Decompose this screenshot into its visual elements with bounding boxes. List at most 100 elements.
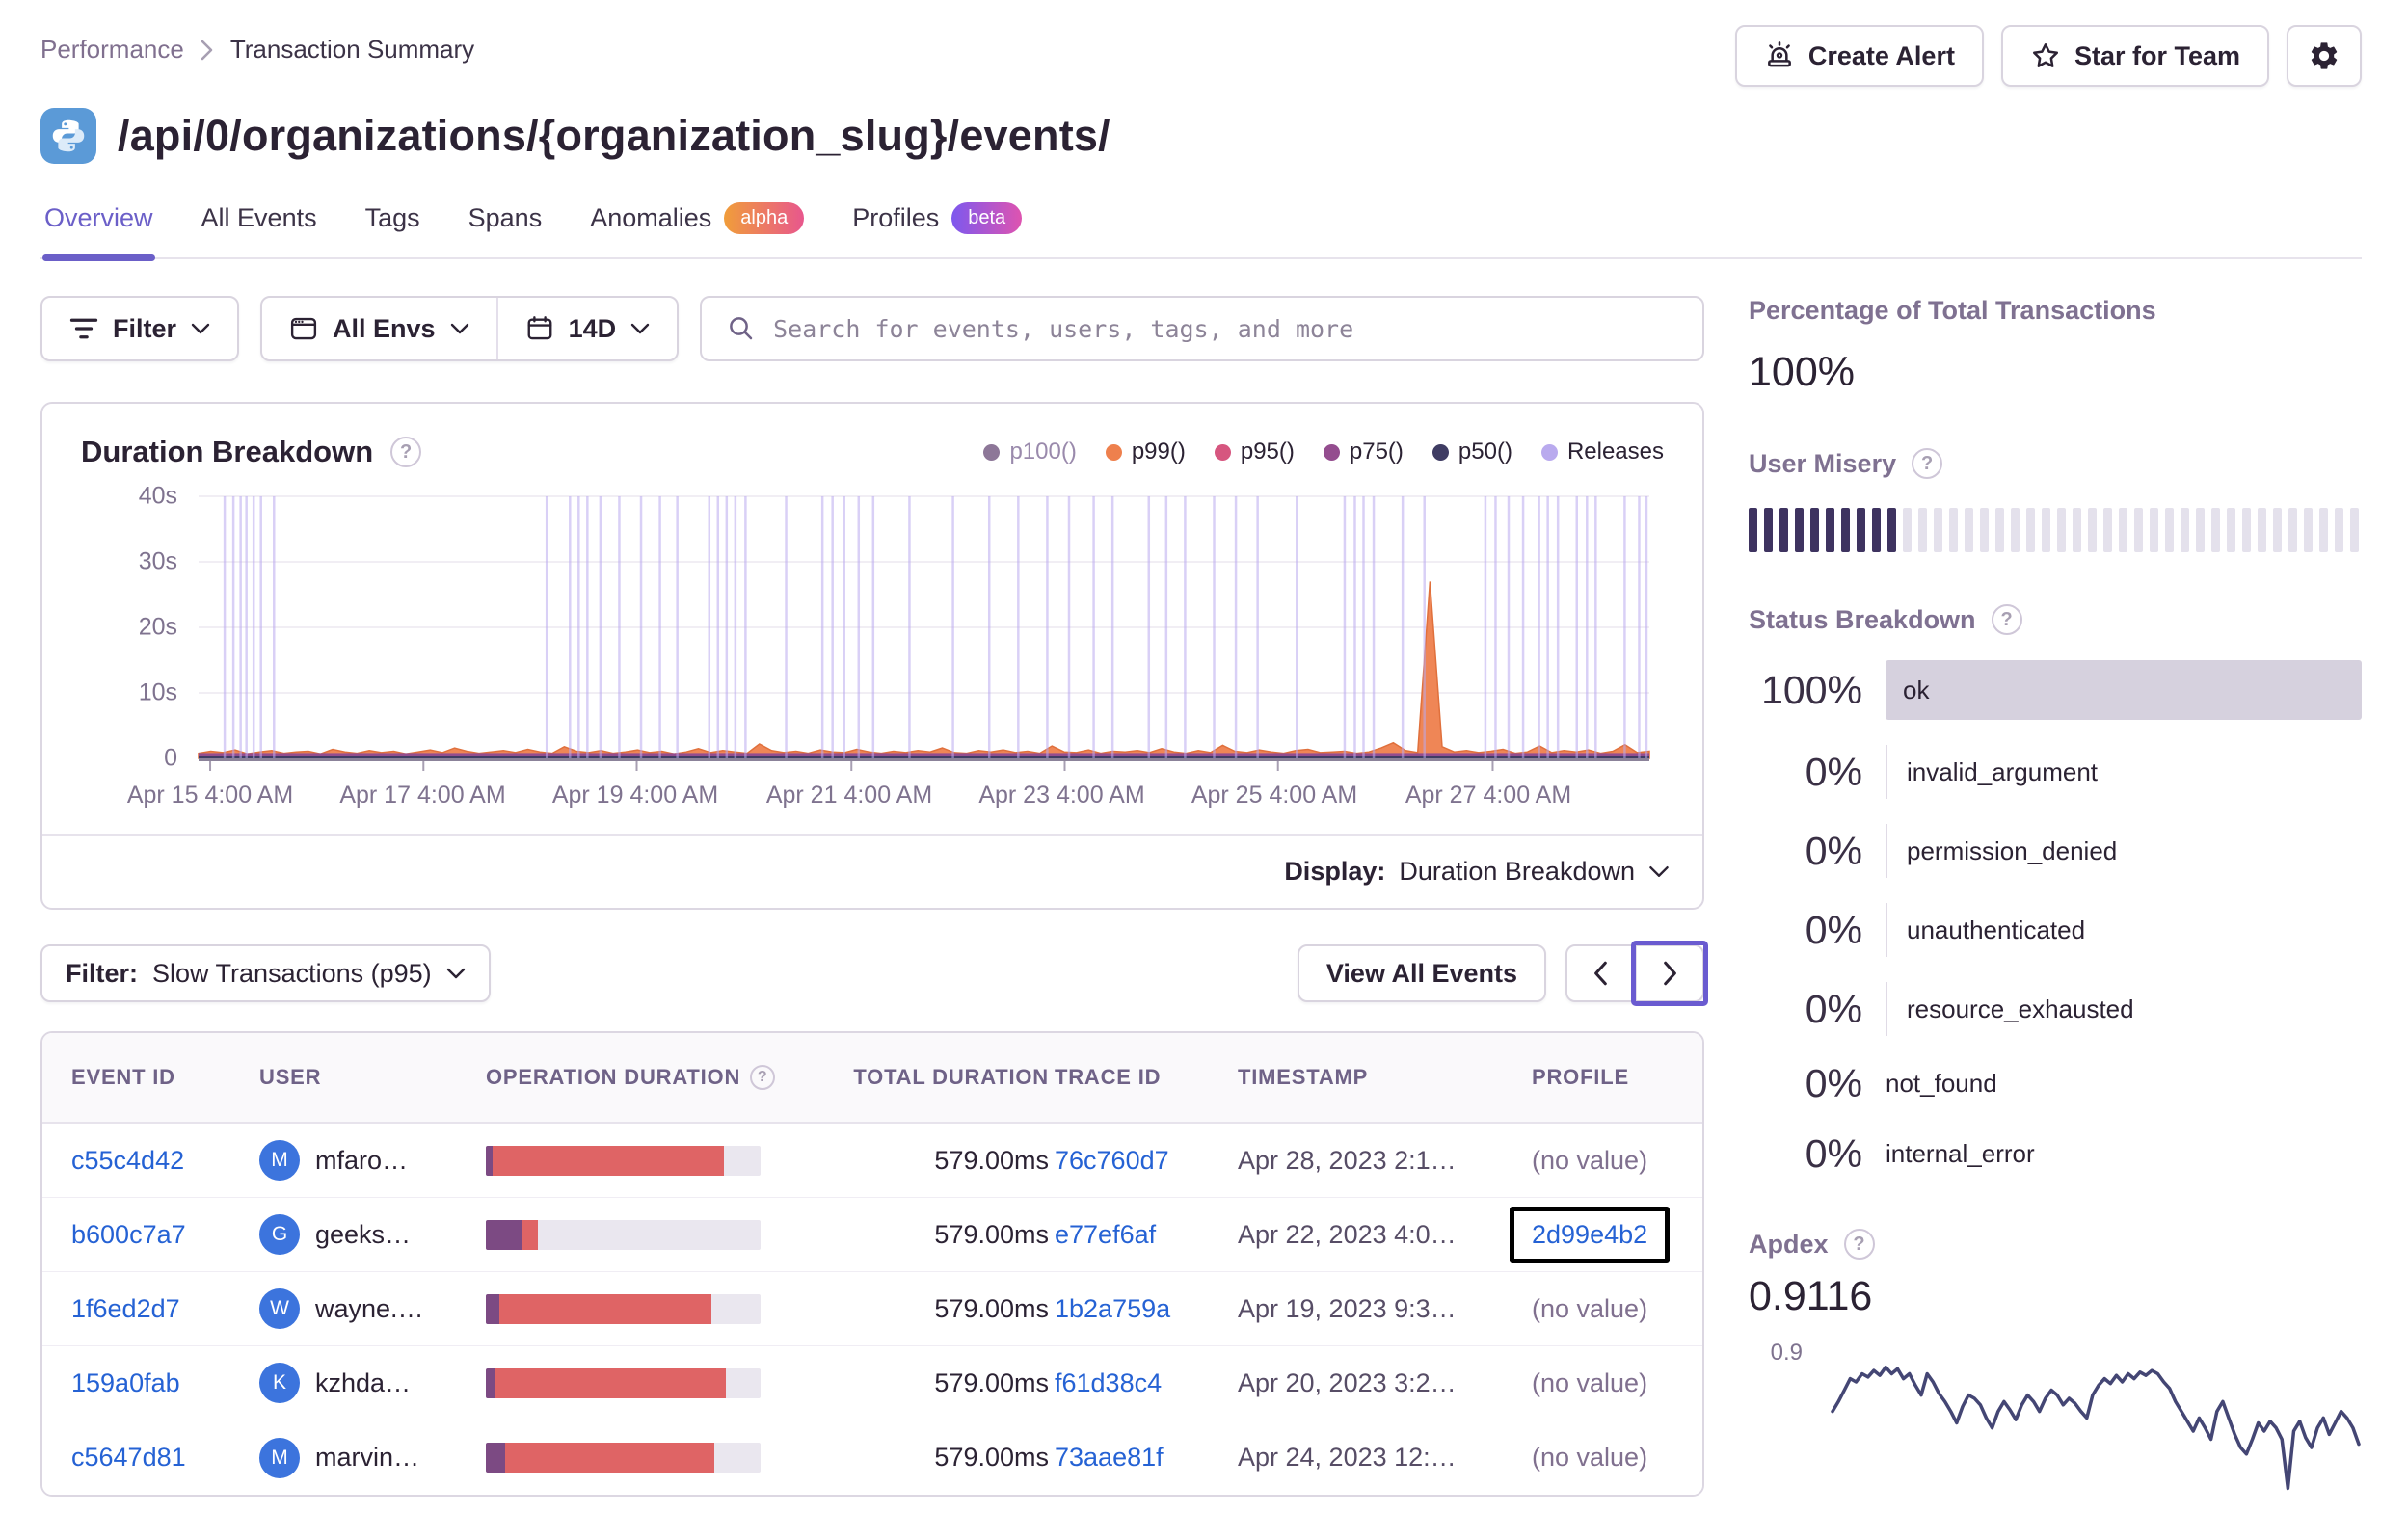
star-for-team-button[interactable]: Star for Team [2000,25,2269,87]
trace-id-link[interactable]: 73aae81f [1055,1443,1164,1472]
event-id-cell: b600c7a7 [71,1220,259,1250]
misery-bar [1934,508,1942,552]
legend-dot [1323,443,1340,461]
tab-tags[interactable]: Tags [363,191,422,257]
gear-icon [2311,42,2338,69]
previous-page-button[interactable] [1567,946,1635,1000]
legend-item-p50[interactable]: p50() [1431,438,1512,465]
apdex-heading: Apdex [1749,1229,1829,1259]
environment-dropdown[interactable]: All Envs [262,298,496,359]
total-transactions-section: Percentage of Total Transactions 100% [1749,296,2362,396]
misery-bar [1887,508,1896,552]
column-header-total-duration[interactable]: TOTAL DURATION [818,1065,1055,1090]
user-cell: Mmarvin… [259,1437,486,1478]
operation-duration-cell [486,1443,818,1473]
settings-button[interactable] [2287,25,2362,87]
chevron-right-icon [1664,961,1676,986]
filter-dropdown[interactable]: Filter [40,296,240,361]
chevron-down-icon [446,968,465,978]
help-icon[interactable]: ? [1912,448,1943,479]
user-name: mfaro… [315,1145,409,1175]
legend-label: p99() [1131,438,1186,465]
chevron-down-icon [630,323,650,333]
x-axis-label: Apr 15 4:00 AM [126,782,294,809]
search-input[interactable] [773,314,1677,343]
event-id-link[interactable]: 1f6ed2d7 [71,1294,180,1323]
x-axis-label: Apr 19 4:00 AM [551,782,719,809]
transactions-filter-dropdown[interactable]: Filter: Slow Transactions (p95) [40,944,491,1002]
status-percent: 0% [1805,828,1862,873]
status-percent: 0% [1805,1061,1862,1105]
event-id-link[interactable]: b600c7a7 [71,1220,186,1249]
misery-bar [2150,508,2158,552]
user-misery-heading: User Misery [1749,448,1897,478]
column-header-trace-id[interactable]: TRACE ID [1055,1065,1238,1090]
display-dropdown[interactable]: Display: Duration Breakdown [42,834,1702,908]
misery-bar [2258,508,2266,552]
event-id-cell: 1f6ed2d7 [71,1294,259,1324]
trace-id-link[interactable]: e77ef6af [1055,1220,1156,1249]
tab-all-events[interactable]: All Events [200,191,319,257]
apdex-sparkline: 0.9 0.8 [1749,1338,2362,1513]
profile-cell: (no value) [1532,1146,1673,1176]
column-header-event-id[interactable]: EVENT ID [71,1065,259,1090]
trace-id-link[interactable]: 1b2a759a [1055,1294,1170,1323]
total-duration-cell: 579.00ms [934,1145,1049,1175]
date-range-dropdown[interactable]: 14D [495,298,678,359]
misery-bar [2288,508,2297,552]
trace-id-cell: e77ef6af [1055,1220,1238,1250]
event-id-link[interactable]: c55c4d42 [71,1146,184,1175]
column-header-user[interactable]: USER [259,1065,486,1090]
create-alert-button[interactable]: Create Alert [1734,25,1984,87]
misery-bar [1764,508,1773,552]
tab-label: Spans [468,203,543,232]
help-icon[interactable]: ? [1991,604,2022,635]
column-header-timestamp[interactable]: TIMESTAMP [1238,1065,1532,1090]
event-id-link[interactable]: 159a0fab [71,1368,180,1397]
misery-bar [1795,508,1804,552]
tab-overview[interactable]: Overview [42,191,155,261]
status-row-internal_error: 0% internal_error [1749,1131,2362,1177]
transaction-summary-page: Performance Transaction Summary Create A… [0,0,2408,1513]
legend-item-p95[interactable]: p95() [1214,438,1295,465]
op-segment-http [504,1443,714,1473]
timestamp-cell: Apr 19, 2023 9:3… [1238,1293,1457,1323]
search-icon [730,317,753,340]
status-label: unauthenticated [1886,903,2362,957]
status-label-text: permission_denied [1907,836,2118,865]
chevron-down-icon [1649,865,1669,877]
help-icon[interactable]: ? [1843,1229,1875,1260]
status-label: invalid_argument [1886,745,2362,799]
event-id-link[interactable]: c5647d81 [71,1443,186,1472]
column-header-label: OPERATION DURATION [486,1065,741,1089]
legend-item-p100[interactable]: p100() [983,438,1077,465]
misery-bar [2119,508,2127,552]
column-header-operation-duration[interactable]: OPERATION DURATION? [486,1065,818,1090]
legend-item-p75[interactable]: p75() [1323,438,1404,465]
tab-bar: Overview All Events Tags Spans Anomalies alph… [40,191,2362,261]
misery-bar [1841,508,1850,552]
column-header-profile[interactable]: PROFILE [1532,1065,1673,1090]
y-axis-label: 40s [138,482,177,510]
legend-item-Releases[interactable]: Releases [1540,438,1664,465]
tab-label: All Events [201,203,317,232]
help-icon[interactable]: ? [390,437,422,467]
status-percent: 0% [1805,986,1862,1031]
help-icon[interactable]: ? [750,1065,776,1090]
op-segment-http [499,1293,711,1324]
trace-id-link[interactable]: f61d38c4 [1055,1368,1162,1397]
tab-spans[interactable]: Spans [467,191,545,257]
table-row: c5647d81 Mmarvin… 579.00ms 73aae81f Apr 24, … [42,1420,1702,1495]
trace-id-cell: 76c760d7 [1055,1146,1238,1176]
tab-anomalies[interactable]: Anomalies alpha [588,191,806,257]
profile-id-link[interactable]: 2d99e4b2 [1532,1220,1647,1249]
legend-item-p99[interactable]: p99() [1105,438,1186,465]
breadcrumb-performance[interactable]: Performance [40,35,184,65]
profile-cell: (no value) [1532,1294,1673,1324]
trace-id-link[interactable]: 76c760d7 [1055,1146,1169,1175]
view-all-events-button[interactable]: View All Events [1297,944,1546,1002]
table-row: b600c7a7 Ggeeks… 579.00ms e77ef6af Apr 22, 2… [42,1198,1702,1272]
next-page-button[interactable] [1635,946,1702,1000]
tab-profiles[interactable]: Profiles beta [850,191,1024,257]
tab-badge-alpha: alpha [724,202,805,234]
